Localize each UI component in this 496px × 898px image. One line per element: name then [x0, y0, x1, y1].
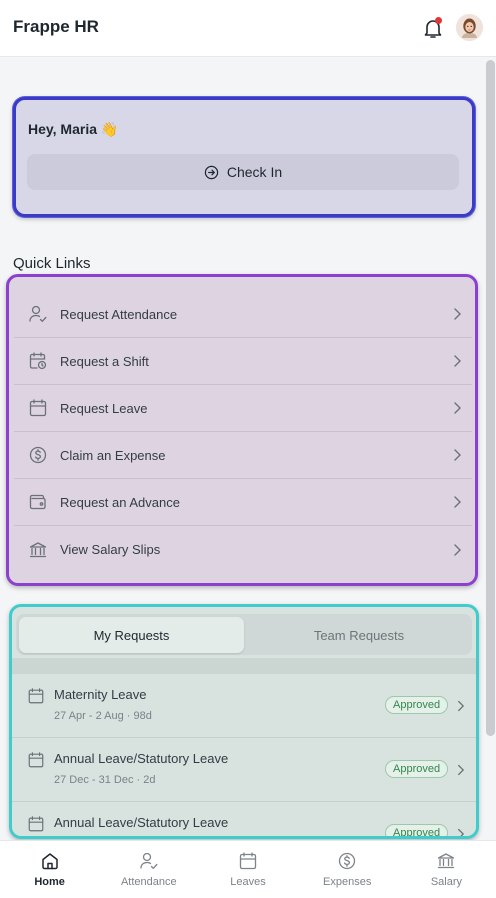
- status-badge: Approved: [385, 696, 449, 714]
- quick-link-view-salary-slips[interactable]: View Salary Slips: [14, 526, 472, 573]
- quick-link-label: Request Attendance: [60, 306, 178, 322]
- dollar-circle-icon: [339, 852, 356, 870]
- request-dates: 27 Dec - 31 Dec · 2d: [54, 774, 156, 786]
- bank-icon: [28, 540, 48, 560]
- chevron-right-icon: [454, 355, 461, 367]
- avatar[interactable]: [456, 14, 483, 41]
- calendar-icon: [28, 398, 48, 418]
- chevron-right-icon: [454, 543, 461, 556]
- quick-link-request-advance[interactable]: Request an Advance: [14, 479, 472, 526]
- user-check-icon: [140, 852, 158, 869]
- nav-leaves[interactable]: Leaves: [198, 841, 297, 898]
- quick-link-label: Request a Shift: [60, 353, 149, 369]
- quick-links-title: Quick Links: [13, 255, 91, 272]
- calendar-clock-icon: [28, 351, 48, 371]
- quick-link-request-leave[interactable]: Request Leave: [14, 385, 472, 432]
- chevron-right-icon: [454, 449, 461, 461]
- requests-divider: [12, 658, 476, 674]
- calendar-icon: [239, 852, 257, 870]
- app-title: Frappe HR: [13, 17, 99, 36]
- user-check-icon: [28, 304, 48, 324]
- nav-home[interactable]: Home: [0, 841, 99, 898]
- arrow-right-circle-icon: [204, 165, 219, 179]
- chevron-right-icon: [458, 764, 465, 776]
- quick-link-label: Request Leave: [60, 400, 148, 416]
- chevron-right-icon: [454, 308, 461, 320]
- status-badge: Approved: [385, 760, 449, 778]
- nav-label: Salary: [430, 876, 462, 888]
- quick-link-label: View Salary Slips: [60, 542, 161, 557]
- quick-link-request-attendance[interactable]: Request Attendance: [14, 291, 472, 338]
- home-icon: [41, 853, 58, 870]
- quick-link-request-shift[interactable]: Request a Shift: [14, 338, 472, 385]
- bank-icon: [438, 853, 455, 869]
- request-title: Annual Leave/Statutory Leave: [54, 815, 229, 830]
- scrollbar[interactable]: [486, 60, 495, 736]
- wallet-icon: [28, 492, 48, 512]
- nav-label: Expenses: [323, 876, 372, 888]
- check-in-label: Check In: [226, 164, 283, 180]
- nav-label: Home: [34, 876, 65, 888]
- nav-expenses[interactable]: Expenses: [298, 841, 397, 898]
- request-title: Maternity Leave: [54, 687, 147, 702]
- chevron-right-icon: [458, 700, 465, 712]
- calendar-icon: [28, 688, 44, 704]
- quick-links-card: Request Attendance Request a Shift Reque…: [6, 274, 478, 586]
- request-row[interactable]: Annual Leave/Statutory Leave 27 Dec - 31…: [12, 738, 476, 802]
- nav-salary[interactable]: Salary: [397, 841, 496, 898]
- request-title: Annual Leave/Statutory Leave: [54, 751, 229, 766]
- calendar-icon: [28, 752, 44, 768]
- chevron-right-icon: [458, 828, 465, 836]
- request-row[interactable]: Maternity Leave 27 Apr - 2 Aug · 98d App…: [12, 674, 476, 738]
- requests-tabs: My Requests Team Requests: [16, 614, 472, 655]
- notification-dot: [435, 17, 442, 24]
- greeting-card: Hey, Maria 👋 Check In: [13, 97, 475, 217]
- nav-label: Leaves: [230, 876, 266, 888]
- dollar-circle-icon: [28, 445, 48, 465]
- chevron-right-icon: [454, 496, 461, 508]
- status-badge: Approved: [385, 824, 449, 836]
- quick-link-label: Claim an Expense: [60, 447, 166, 463]
- greeting-text: Hey, Maria 👋: [28, 121, 119, 137]
- quick-link-claim-expense[interactable]: Claim an Expense: [14, 432, 472, 479]
- nav-attendance[interactable]: Attendance: [99, 841, 198, 898]
- requests-card: My Requests Team Requests Maternity Leav…: [9, 604, 479, 839]
- tab-team-requests[interactable]: Team Requests: [248, 617, 470, 653]
- request-dates: 27 Apr - 2 Aug · 98d: [54, 710, 152, 722]
- bottom-nav: Home Attendance Leaves Expenses Salary: [0, 840, 496, 898]
- app-header: Frappe HR: [0, 0, 496, 57]
- check-in-button[interactable]: Check In: [27, 154, 459, 190]
- tab-my-requests[interactable]: My Requests: [19, 617, 244, 653]
- quick-link-label: Request an Advance: [60, 494, 180, 510]
- chevron-right-icon: [454, 402, 461, 414]
- request-row[interactable]: Annual Leave/Statutory Leave Approved: [12, 802, 476, 836]
- calendar-icon: [28, 816, 44, 832]
- nav-label: Attendance: [120, 876, 177, 888]
